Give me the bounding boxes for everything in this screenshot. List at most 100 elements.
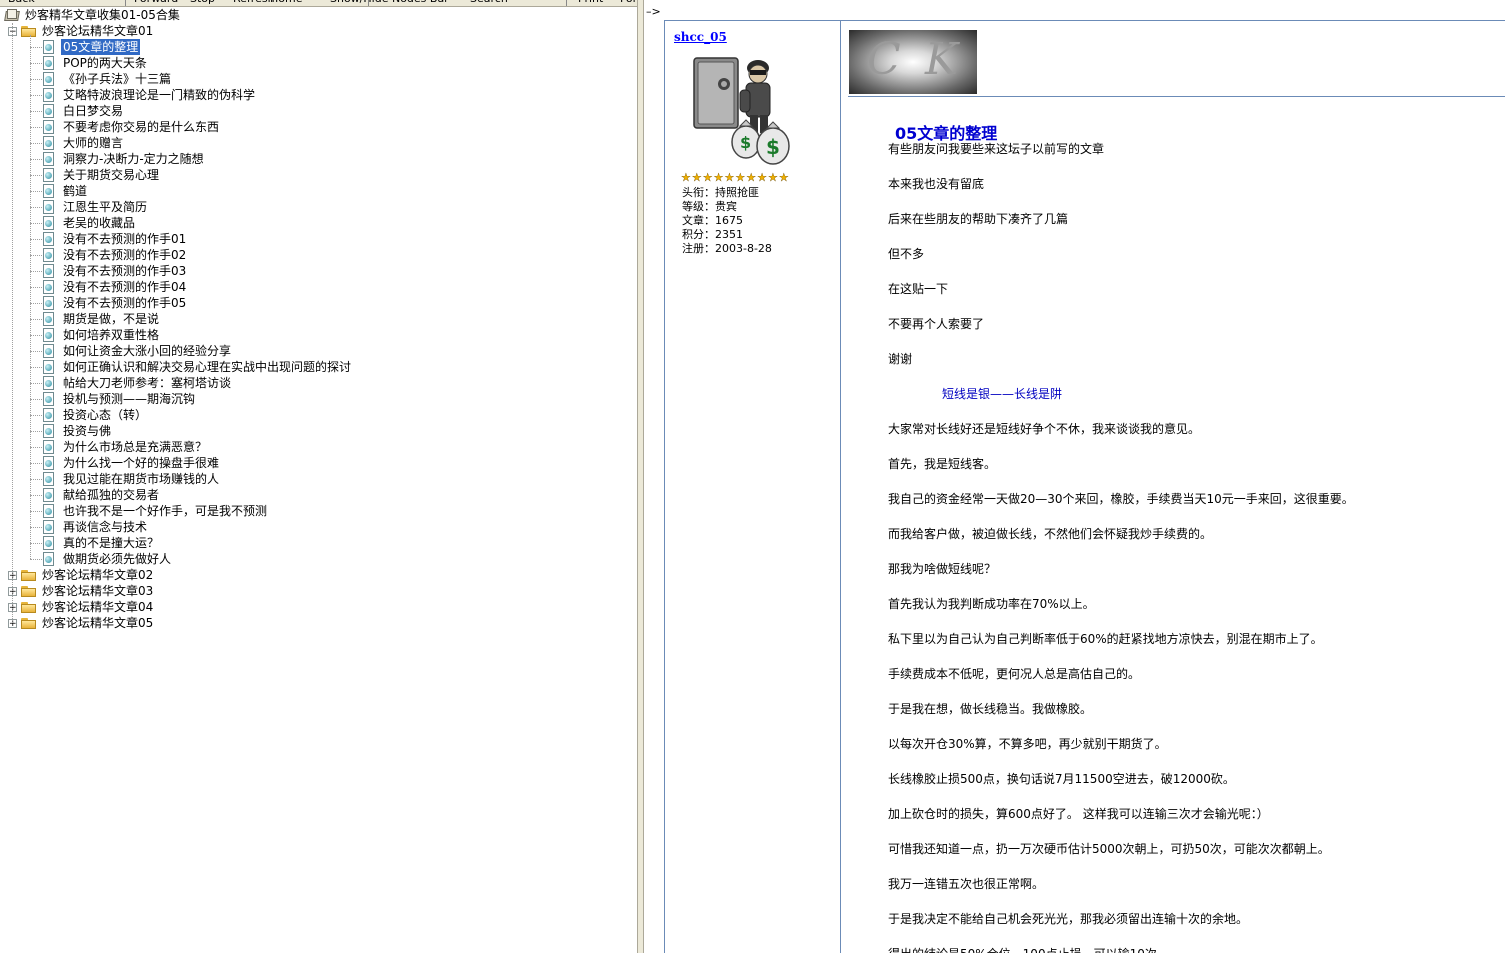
tree-article-node[interactable]: 期货是做，不是说 [43,311,161,327]
tree-article-node[interactable]: 没有不去预测的作手03 [43,263,188,279]
toolbar-button[interactable]: Home [270,0,302,5]
tree-article-node[interactable]: 为什么市场总是充满恶意？ [43,439,209,455]
document-icon [43,56,55,70]
tree-connector [30,287,42,288]
pane-splitter[interactable] [637,0,644,953]
tree-article-label: 做期货必须先做好人 [63,552,172,566]
tree-article-node[interactable]: 江恩生平及简历 [43,199,149,215]
post-paragraph: 大家常对长线好还是短线好争个不休，我来谈谈我的意见。 [888,422,1201,436]
tree-article-node[interactable]: 没有不去预测的作手02 [43,247,188,263]
document-icon [43,408,55,422]
svg-text:$: $ [766,135,780,159]
document-icon [43,104,55,118]
tree-article-node[interactable]: 再谈信念与技术 [43,519,149,535]
tree-article-node[interactable]: 投资心态（转） [43,407,149,423]
tree-article-node[interactable]: 没有不去预测的作手04 [43,279,188,295]
document-icon [43,312,55,326]
star-icon: ★ [778,171,789,184]
tree-article-node[interactable]: 做期货必须先做好人 [43,551,173,567]
tree-folder-label: 炒客论坛精华文章05 [42,616,154,630]
tree-article-node[interactable]: 大师的赠言 [43,135,125,151]
star-icon: ★ [691,171,702,184]
tree-article-node[interactable]: 不要考虑你交易的是什么东西 [43,119,221,135]
tree-connector [30,159,42,160]
document-icon [43,424,55,438]
tree-connector [30,559,42,560]
post-paragraph: 加上砍仓时的损失，算600点好了。 这样我可以连输三次才会输光呢：） [888,807,1269,821]
tree-article-node[interactable]: 鹤道 [43,183,89,199]
document-icon [43,168,55,182]
tree-article-label: 如何培养双重性格 [63,328,160,342]
tree-article-node[interactable]: 没有不去预测的作手01 [43,231,188,247]
tree-connector [30,479,42,480]
tree-article-node[interactable]: 真的不是撞大运？ [43,535,161,551]
tree-article-node[interactable]: 投机与预测——期海沉钩 [43,391,197,407]
tree-article-label: 投资与佛 [63,424,112,438]
toolbar-button[interactable]: Stop [190,0,215,5]
tree-connector [30,47,42,48]
post-paragraph: 于是我在想，做长线稳当。我做橡胶。 [888,702,1093,716]
tree-article-node[interactable]: POP的两大天条 [43,55,149,71]
tree-article-node[interactable]: 关于期货交易心理 [43,167,161,183]
tree-connector [30,463,42,464]
tree-root-node[interactable]: 炒客精华文章收集01-05合集 [4,7,182,23]
tree-folder-node[interactable]: + 炒客论坛精华文章03 [8,583,155,599]
tree-article-label: 江恩生平及简历 [63,200,148,214]
post-subtitle: 短线是银——长线是阱 [942,387,1063,401]
nav-arrow-text: –> [646,5,661,18]
tree-article-node[interactable]: 没有不去预测的作手05 [43,295,188,311]
tree-article-node[interactable]: 我见过能在期货市场赚钱的人 [43,471,221,487]
document-icon [43,264,55,278]
user-rating-stars: ★ ★ ★ ★ ★ ★ ★ ★ ★ ★ [681,171,789,184]
tree-article-label: 大师的赠言 [63,136,124,150]
folder-icon [21,585,37,597]
tree-article-node[interactable]: 帖给大刀老师参考：塞柯塔访谈 [43,375,233,391]
star-icon: ★ [713,171,724,184]
username-link[interactable]: shcc_05 [674,30,727,44]
tree-view[interactable]: 炒客精华文章收集01-05合集 − 炒客论坛精华文章01 05文章的整理 POP的两大天… [0,7,637,953]
post-body: 有些朋友问我要些来这坛子以前写的文章 本来我也没有留底 后来在些朋友的帮助下凑齐了几… [888,141,1498,953]
tree-article-node[interactable]: 白日梦交易 [43,103,125,119]
tree-article-node[interactable]: 05文章的整理 [43,39,141,55]
tree-article-node[interactable]: 也许我不是一个好作手，可是我不预测 [43,503,269,519]
tree-folder-node[interactable]: + 炒客论坛精华文章05 [8,615,155,631]
post-paragraph: 但不多 [888,247,925,261]
user-post-count: 文章：1675 [682,214,743,227]
avatar-safe-robber-icon: $ $ [693,57,790,165]
tree-folder-node[interactable]: + 炒客论坛精华文章02 [8,567,155,583]
tree-article-node[interactable]: 《孙子兵法》十三篇 [43,71,173,87]
toolbar-button[interactable]: Refresh [233,0,275,5]
tree-article-node[interactable]: 投资与佛 [43,423,113,439]
toolbar-button[interactable]: Back [8,0,35,5]
tree-article-node[interactable]: 为什么找一个好的操盘手很难 [43,455,221,471]
tree-article-label: 没有不去预测的作手02 [63,248,187,262]
document-icon [43,376,55,390]
tree-connector [30,191,42,192]
tree-article-node[interactable]: 洞察力-决断力-定力之随想 [43,151,206,167]
tree-connector [30,543,42,544]
tree-article-node[interactable]: 如何让资金大涨小回的经验分享 [43,343,233,359]
books-icon [4,8,20,22]
tree-folder-label: 炒客论坛精华文章03 [42,584,154,598]
toolbar-button[interactable]: Print [578,0,603,5]
tree-connector [30,255,42,256]
tree-article-label: 不要考虑你交易的是什么东西 [63,120,220,134]
toolbar-separator [125,0,126,6]
document-icon [43,520,55,534]
document-icon [43,472,55,486]
star-icon: ★ [702,171,713,184]
post-paragraph: 本来我也没有留底 [888,177,985,191]
tree-article-node[interactable]: 献给孤独的交易者 [43,487,161,503]
toolbar-button[interactable]: Search [470,0,508,5]
tree-article-node[interactable]: 如何培养双重性格 [43,327,161,343]
tree-root-label: 炒客精华文章收集01-05合集 [25,8,180,22]
tree-article-node[interactable]: 老吴的收藏品 [43,215,137,231]
banner-letter: C [867,34,901,85]
tree-folder-node[interactable]: + 炒客论坛精华文章04 [8,599,155,615]
toolbar-button[interactable]: Forward [134,0,178,5]
tree-article-node[interactable]: 如何正确认识和解决交易心理在实战中出现问题的探讨 [43,359,353,375]
tree-article-node[interactable]: 艾略特波浪理论是一门精致的伪科学 [43,87,257,103]
tree-article-label: 帖给大刀老师参考：塞柯塔访谈 [63,376,232,390]
toolbar-button[interactable]: Show/Hide Nodes Bar [330,0,449,5]
document-icon [43,232,55,246]
